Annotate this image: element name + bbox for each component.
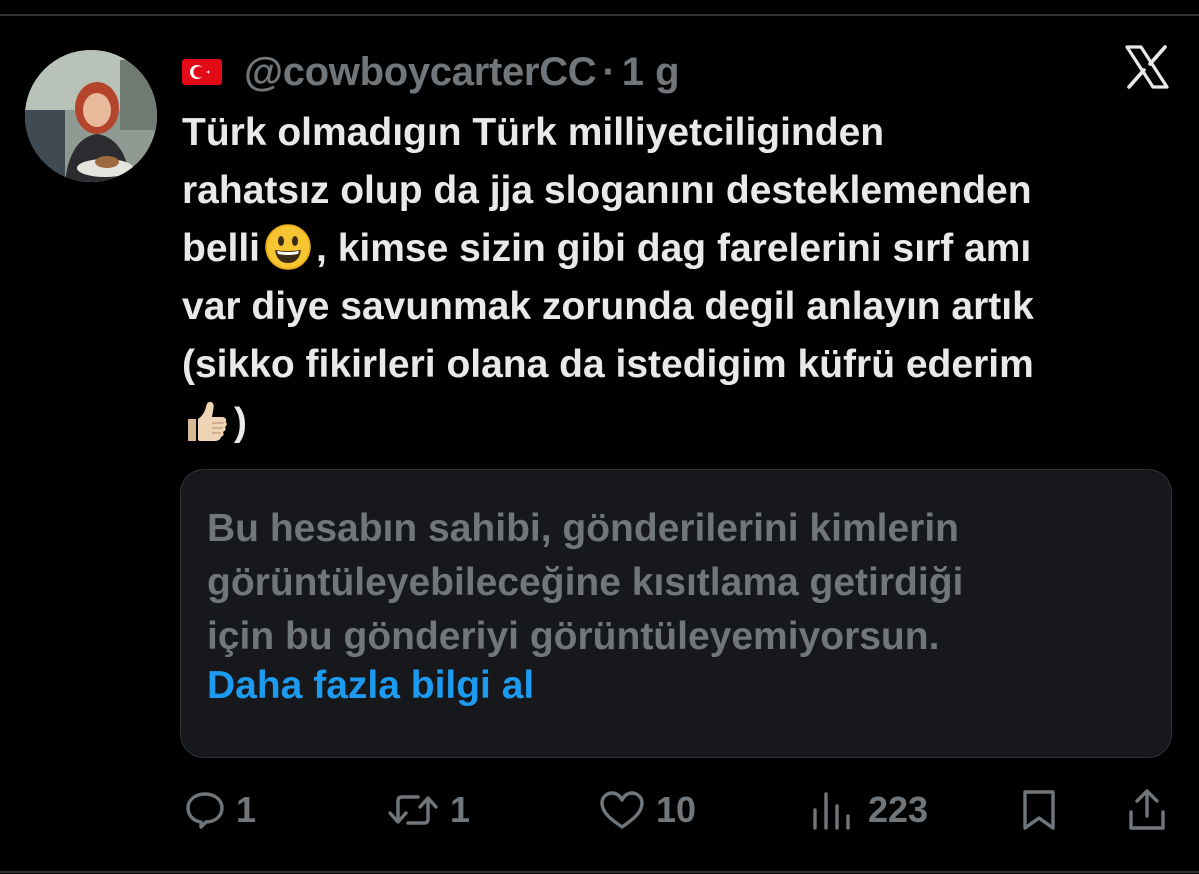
tweet-header: @cowboycarterCC · 1 g bbox=[182, 46, 680, 98]
like-button[interactable]: 10 bbox=[598, 780, 696, 840]
tweet-line: Türk olmadıgın Türk milliyetciliginden bbox=[182, 111, 885, 154]
avatar[interactable] bbox=[25, 50, 157, 182]
author-handle[interactable]: @cowboycarterCC bbox=[244, 50, 597, 95]
heart-icon bbox=[600, 791, 644, 829]
reply-icon bbox=[186, 792, 224, 829]
views-button[interactable]: 223 bbox=[810, 780, 928, 840]
bookmark-button[interactable] bbox=[1019, 780, 1059, 840]
tweet-line: (sikko fikirleri olana da istedigim küfr… bbox=[182, 343, 1034, 386]
grinning-face-emoji-icon bbox=[265, 223, 311, 270]
notice-line: için bu gönderiyi görüntüleyemiyorsun. bbox=[207, 615, 940, 658]
repost-button[interactable]: 1 bbox=[386, 780, 470, 840]
learn-more-link[interactable]: Daha fazla bilgi al bbox=[207, 664, 534, 708]
separator-dot: · bbox=[602, 49, 616, 94]
restricted-notice-text: Bu hesabın sahibi, gönderilerini kimleri… bbox=[207, 502, 1137, 664]
restricted-notice-card: Bu hesabın sahibi, gönderilerini kimleri… bbox=[180, 469, 1172, 758]
tweet-text-segment: ) bbox=[234, 401, 247, 444]
x-logo-icon[interactable] bbox=[1124, 44, 1170, 90]
view-count: 223 bbox=[868, 789, 929, 830]
notice-line: görüntüleyebileceğine kısıtlama getirdiğ… bbox=[207, 561, 964, 604]
reply-count: 1 bbox=[236, 789, 257, 830]
repost-count: 1 bbox=[450, 789, 471, 830]
avatar-photo bbox=[25, 50, 157, 182]
repost-icon bbox=[388, 795, 438, 825]
tweet-line: ) bbox=[182, 394, 1182, 452]
share-icon bbox=[1129, 789, 1165, 830]
top-divider bbox=[0, 14, 1199, 16]
turkey-flag-icon bbox=[182, 59, 222, 85]
reply-button[interactable]: 1 bbox=[184, 780, 256, 840]
tweet-word: belli bbox=[182, 227, 261, 270]
action-bar: 1 1 10 223 bbox=[0, 780, 1199, 840]
views-chart-icon bbox=[813, 792, 850, 830]
tweet-line: belli , kimse sizin gibi dag farelerini … bbox=[182, 220, 1182, 278]
tweet-text: Türk olmadıgın Türk milliyetciliginden r… bbox=[182, 104, 1182, 452]
notice-line: Bu hesabın sahibi, gönderilerini kimleri… bbox=[207, 507, 959, 550]
share-button[interactable] bbox=[1127, 780, 1167, 840]
tweet-timestamp[interactable]: 1 g bbox=[622, 50, 680, 95]
tweet-line: rahatsız olup da jja sloganını desteklem… bbox=[182, 169, 1032, 212]
bottom-divider bbox=[0, 871, 1199, 873]
tweet-line: var diye savunmak zorunda degil anlayın … bbox=[182, 285, 1034, 328]
tweet-text-segment: , kimse sizin gibi dag farelerini sırf a… bbox=[316, 227, 1032, 270]
thumbs-up-emoji-icon bbox=[188, 401, 227, 441]
like-count: 10 bbox=[656, 789, 697, 830]
bookmark-icon bbox=[1023, 790, 1055, 830]
